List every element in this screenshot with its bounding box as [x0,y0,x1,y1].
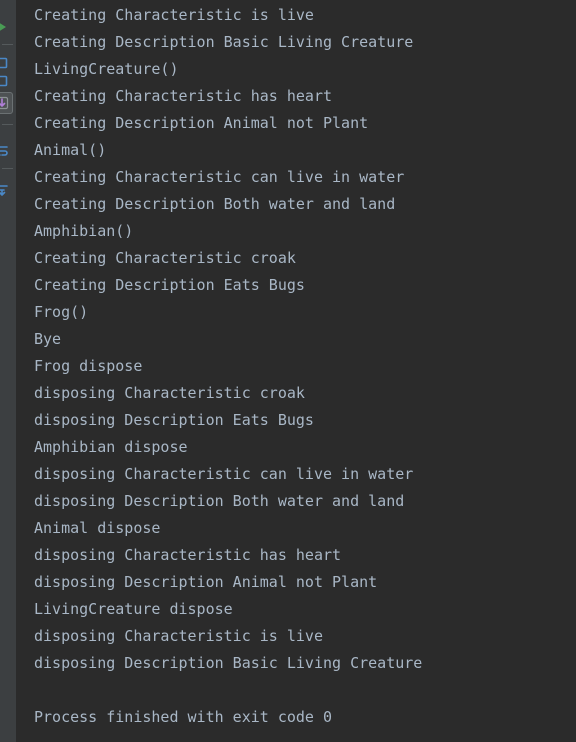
console-line: disposing Description Basic Living Creat… [34,654,423,672]
run-tool-window: Creating Characteristic is live Creating … [0,0,576,742]
console-line: Amphibian dispose [34,438,188,456]
console-line: disposing Characteristic croak [34,384,305,402]
console-line: disposing Characteristic can live in wat… [34,465,414,483]
console-line: Creating Description Basic Living Creatu… [34,33,414,51]
console-line: Creating Characteristic is live [34,6,314,24]
console-line: Creating Characteristic croak [34,249,296,267]
toolbar-divider [2,44,13,45]
console-line: Frog() [34,303,89,321]
rerun-icon[interactable] [0,16,13,38]
console-line: disposing Description Eats Bugs [34,411,314,429]
scroll-to-end-icon[interactable] [0,180,13,202]
console-line: Creating Characteristic can live in wate… [34,168,405,186]
console-line: LivingCreature dispose [34,600,233,618]
console-line-list: Creating Characteristic is live Creating … [34,2,576,731]
console-line: Animal() [34,141,107,159]
console-line: Creating Description Both water and land [34,195,396,213]
console-line: Process finished with exit code 0 [34,708,333,726]
stop-secondary-icon[interactable] [0,70,13,92]
console-line: disposing Description Both water and lan… [34,492,405,510]
toolbar-divider [2,168,13,169]
console-line: LivingCreature() [34,60,179,78]
console-line: Frog dispose [34,357,143,375]
console-line: disposing Characteristic is live [34,627,323,645]
console-line: Animal dispose [34,519,161,537]
trace-icon[interactable] [0,92,13,114]
console-line: Creating Description Eats Bugs [34,276,305,294]
console-line: disposing Characteristic has heart [34,546,342,564]
console-line: Bye [34,330,62,348]
soft-wrap-icon[interactable] [0,140,13,162]
console-line: Creating Characteristic has heart [34,87,333,105]
toolbar-divider [2,124,13,125]
console-line: disposing Description Animal not Plant [34,573,378,591]
run-tool-window-toolbar [0,0,17,742]
run-console-output[interactable]: Creating Characteristic is live Creating … [17,0,576,742]
console-line: Creating Description Animal not Plant [34,114,369,132]
console-line: Amphibian() [34,222,134,240]
